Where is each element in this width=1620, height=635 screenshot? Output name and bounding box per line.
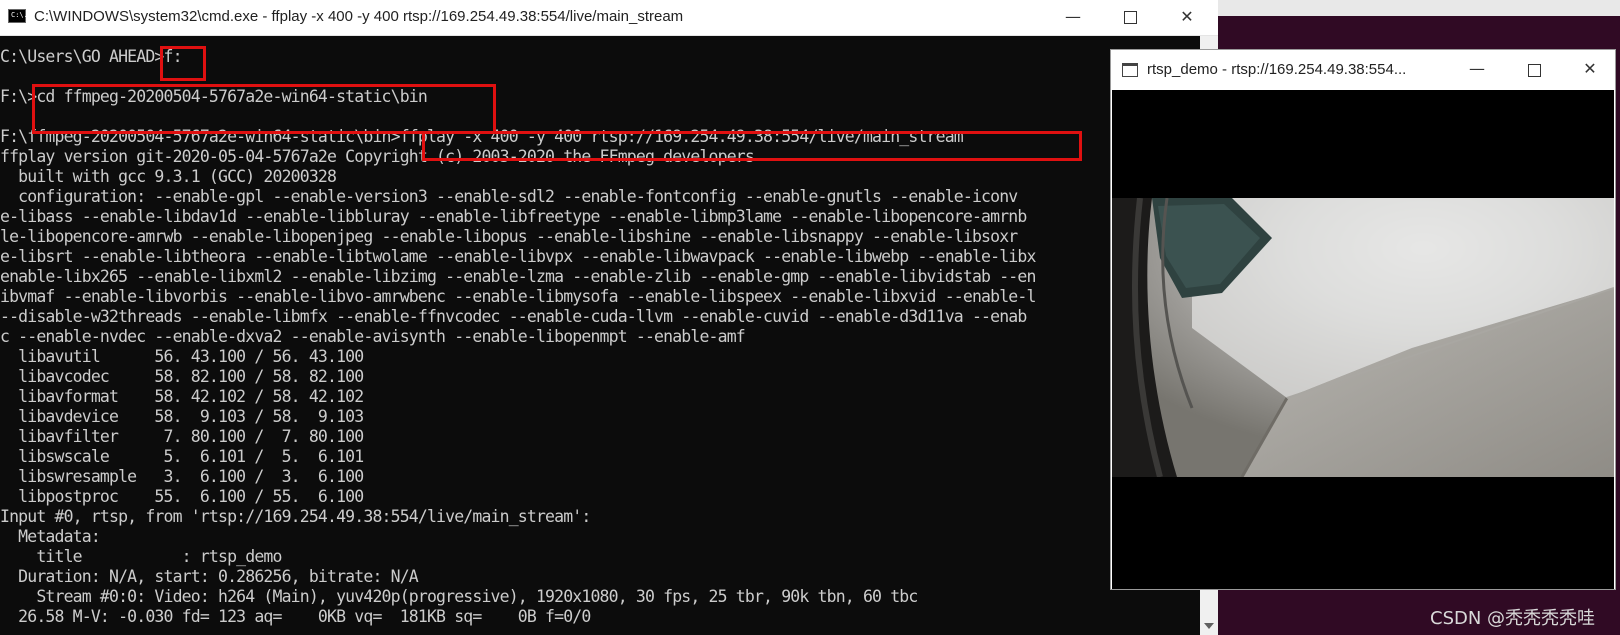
console-line: --disable-w32threads --enable-libmfx --e… — [0, 307, 1027, 326]
window-app-icon — [1122, 63, 1138, 77]
console-line: enable-libx265 --enable-libxml2 --enable… — [0, 267, 1036, 286]
desktop-top-strip — [1218, 0, 1620, 16]
ffplay-minimize-button[interactable]: — — [1452, 50, 1502, 90]
maximize-icon — [1123, 11, 1137, 24]
cmd-icon-text: C:\. — [11, 11, 28, 19]
cmd-app-icon: C:\. — [8, 9, 28, 23]
cmd-window[interactable]: C:\. C:\WINDOWS\system32\cmd.exe - ffpla… — [0, 0, 1218, 635]
console-line: ibvmaf --enable-libvorbis --enable-libvo… — [0, 287, 1036, 306]
highlight-box-ffplay-command — [422, 131, 1082, 161]
console-line: Duration: N/A, start: 0.286256, bitrate:… — [0, 567, 419, 586]
maximize-icon — [1527, 64, 1541, 77]
close-icon: ✕ — [1180, 7, 1194, 26]
console-line: e-libsrt --enable-libtheora --enable-lib… — [0, 247, 1036, 266]
ffplay-window-title: rtsp_demo - rtsp://169.254.49.38:554... — [1147, 61, 1407, 78]
console-line: Metadata: — [0, 527, 101, 546]
ffplay-window[interactable]: rtsp_demo - rtsp://169.254.49.38:554... … — [1110, 49, 1616, 590]
console-line: Input #0, rtsp, from 'rtsp://169.254.49.… — [0, 507, 591, 526]
highlight-box-cd-command — [32, 84, 496, 134]
cmd-close-button[interactable]: ✕ — [1164, 0, 1210, 35]
video-frame-image — [1112, 198, 1614, 477]
console-line: libpostproc 55. 6.100 / 55. 6.100 — [0, 487, 364, 506]
console-line: libavformat 58. 42.102 / 58. 42.102 — [0, 387, 364, 406]
console-line: C:\Users\GO AHEAD>f: — [0, 47, 183, 66]
console-line: libavutil 56. 43.100 / 56. 43.100 — [0, 347, 364, 366]
minimize-icon: — — [1065, 7, 1081, 26]
console-line: libavdevice 58. 9.103 / 58. 9.103 — [0, 407, 364, 426]
minimize-icon: — — [1469, 59, 1485, 78]
close-icon: ✕ — [1583, 59, 1597, 78]
ffplay-maximize-button[interactable] — [1509, 50, 1559, 90]
console-line: built with gcc 9.3.1 (GCC) 20200328 — [0, 167, 337, 186]
highlight-box-drive-command — [160, 46, 206, 81]
console-line: Stream #0:0: Video: h264 (Main), yuv420p… — [0, 587, 918, 606]
cmd-titlebar[interactable]: C:\. C:\WINDOWS\system32\cmd.exe - ffpla… — [0, 0, 1218, 36]
console-line: e-libass --enable-libdav1d --enable-libb… — [0, 207, 1027, 226]
console-line: le-libopencore-amrwb --enable-libopenjpe… — [0, 227, 1018, 246]
ffplay-titlebar[interactable]: rtsp_demo - rtsp://169.254.49.38:554... … — [1111, 50, 1615, 90]
console-line: c --enable-nvdec --enable-dxva2 --enable… — [0, 327, 746, 346]
cmd-window-title: C:\WINDOWS\system32\cmd.exe - ffplay -x … — [34, 8, 684, 25]
console-line: configuration: --enable-gpl --enable-ver… — [0, 187, 1018, 206]
cmd-minimize-button[interactable]: — — [1050, 0, 1096, 35]
console-line: libavfilter 7. 80.100 / 7. 80.100 — [0, 427, 364, 446]
csdn-watermark: CSDN @秃秃秃秃哇 — [1430, 608, 1596, 629]
scroll-down-arrow-icon[interactable] — [1204, 623, 1214, 629]
console-line: libswresample 3. 6.100 / 3. 6.100 — [0, 467, 364, 486]
ffplay-close-button[interactable]: ✕ — [1565, 50, 1615, 90]
video-display[interactable] — [1112, 90, 1614, 589]
console-line: 26.58 M-V: -0.030 fd= 123 aq= 0KB vq= 18… — [0, 607, 591, 626]
console-line: libswscale 5. 6.101 / 5. 6.101 — [0, 447, 364, 466]
cmd-maximize-button[interactable] — [1107, 0, 1153, 35]
console-line: title : rtsp_demo — [0, 547, 282, 566]
console-line: libavcodec 58. 82.100 / 58. 82.100 — [0, 367, 364, 386]
